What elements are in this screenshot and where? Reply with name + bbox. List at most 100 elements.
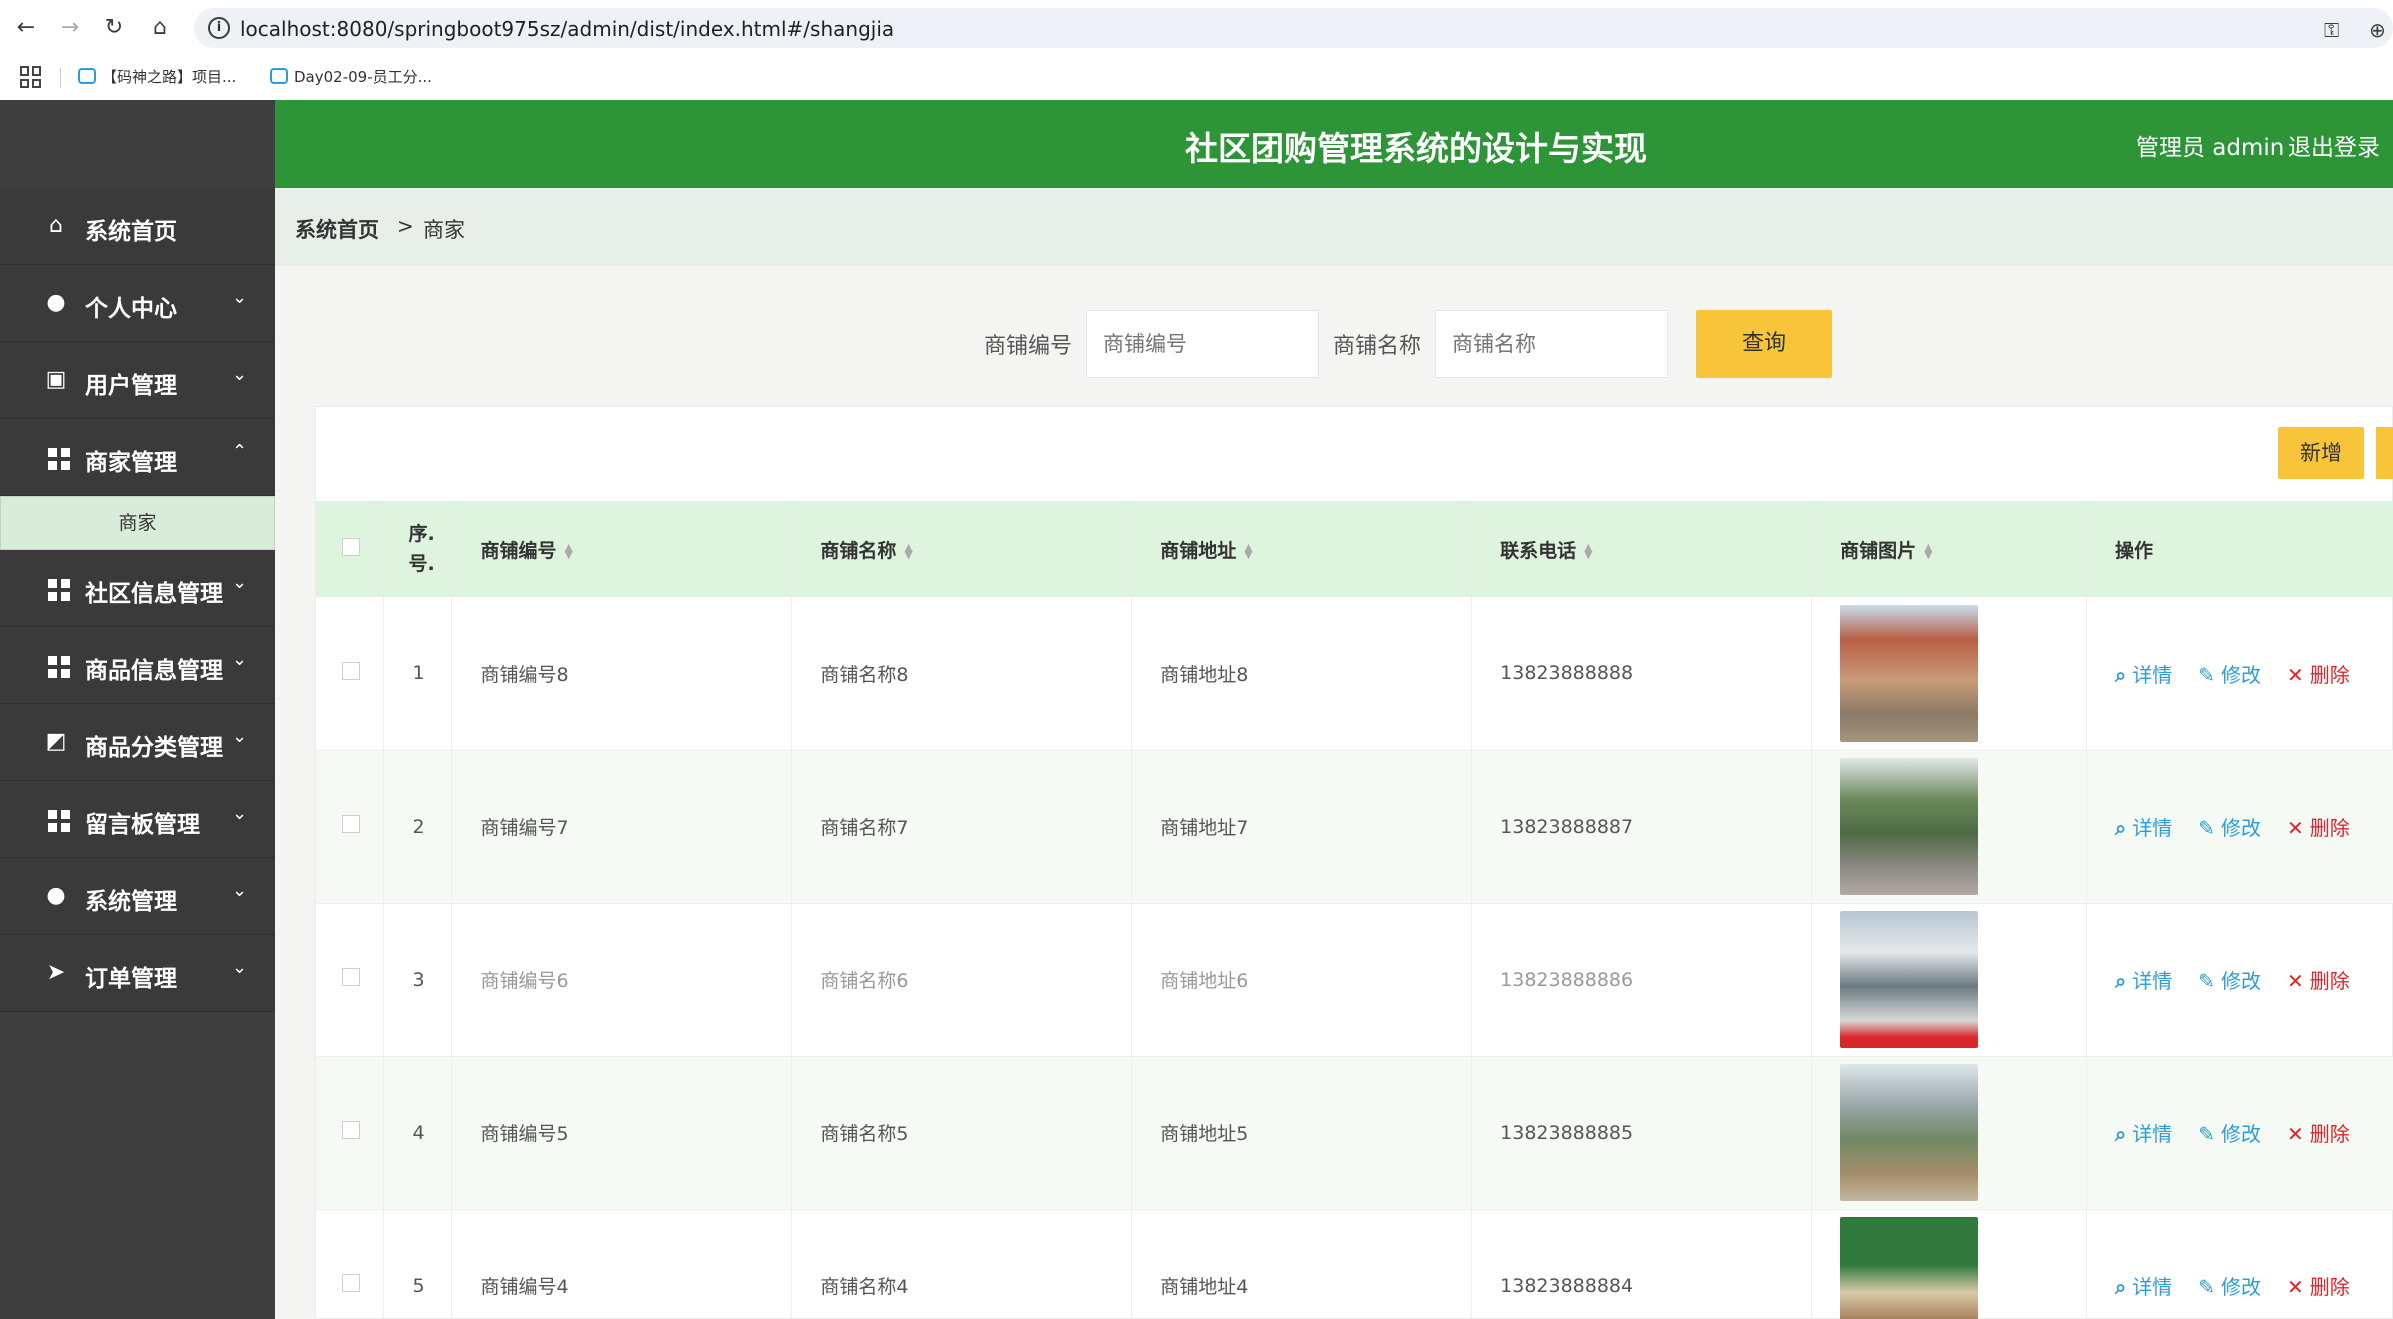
bookmark-label: Day02-09-员工分... [294,68,432,86]
detail-label: 详情 [2132,1122,2173,1146]
header-index: 序.号. [383,501,453,597]
address-bar[interactable]: i localhost:8080/springboot975sz/admin/d… [194,8,2393,48]
edit-button[interactable]: ✎ 修改 [2198,1118,2261,1147]
key-icon[interactable]: ⚿ [2324,18,2339,42]
shop-image[interactable] [1840,758,1979,895]
header-name[interactable]: 商铺名称 ▲ ▼ [791,501,1133,597]
delete-button[interactable]: ✕ 删除 [2287,812,2350,841]
edit-button[interactable]: ✎ 修改 [2198,965,2261,994]
browser-toolbar: ← → ↻ ⌂ i localhost:8080/springboot975sz… [0,0,2393,56]
user-icon: ● [46,290,66,315]
sidebar-item-products[interactable]: 商品信息管理 ⌄ [0,627,275,704]
row-checkbox[interactable] [342,968,360,986]
sidebar-item-categories[interactable]: ◩ 商品分类管理 ⌄ [0,704,275,781]
sort-icon[interactable]: ▲ ▼ [1244,542,1252,560]
bookmark-item[interactable]: Day02-09-员工分... [270,66,432,87]
row-checkbox[interactable] [342,815,360,833]
url-text[interactable]: localhost:8080/springboot975sz/admin/dis… [240,17,894,41]
reload-icon[interactable]: ↻ [100,14,128,42]
query-button[interactable]: 查询 [1696,310,1832,378]
sidebar-item-label: 留言板管理 [85,812,200,838]
delete-button[interactable]: ✕ 删除 [2287,1271,2350,1300]
search-icon: ⌕ [2115,1275,2127,1299]
sidebar-item-orders[interactable]: ➤ 订单管理 ⌄ [0,935,275,1012]
edit-icon: ✎ [2198,1275,2215,1299]
shop-image[interactable] [1840,1064,1979,1201]
table-row: 3 商铺编号6 商铺名称6 商铺地址6 13823888886 ⌕ 详情 ✎ 修改 ✕ 删… [316,903,2393,1057]
row-checkbox-cell [316,1209,385,1319]
merchant-table: 序.号. 商铺编号 ▲ ▼ 商铺名称 ▲ ▼ 商铺地址 ▲ ▼ 联系电话 ▲ ▼ 商铺图片 ▲ ▼ … [316,501,2393,1319]
sort-icon[interactable]: ▲ ▼ [904,542,912,560]
detail-button[interactable]: ⌕ 详情 [2115,1118,2172,1147]
breadcrumb-current: 商家 [423,218,465,242]
sort-icon[interactable]: ▲ ▼ [1924,542,1932,560]
search-name-input[interactable] [1435,310,1668,378]
sidebar-item-community[interactable]: 社区信息管理 ⌄ [0,550,275,627]
delete-button[interactable]: ✕ 删除 [2287,659,2350,688]
forward-icon[interactable]: → [56,14,84,42]
cell-index: 3 [383,903,453,1057]
submenu-item-merchant[interactable]: 商家 [0,496,275,550]
sidebar-item-profile[interactable]: ● 个人中心 ⌄ [0,265,275,342]
row-checkbox[interactable] [342,1274,360,1292]
edit-label: 修改 [2221,816,2261,840]
row-checkbox[interactable] [342,1121,360,1139]
home-icon[interactable]: ⌂ [146,14,174,42]
header-address[interactable]: 商铺地址 ▲ ▼ [1131,501,1473,597]
header-label: 商铺名称 [820,539,897,562]
row-checkbox[interactable] [342,661,360,680]
select-all-checkbox[interactable] [342,537,360,556]
sidebar-item-merchants[interactable]: 商家管理 ⌃ [0,419,275,496]
shop-image[interactable] [1840,604,1979,742]
cell-name: 商铺名称7 [791,750,1133,904]
edit-button[interactable]: ✎ 修改 [2198,812,2261,841]
detail-button[interactable]: ⌕ 详情 [2115,1271,2172,1300]
delete-button[interactable]: ✕ 删除 [2287,965,2350,994]
cell-image [1811,597,2088,751]
detail-button[interactable]: ⌕ 详情 [2115,812,2172,841]
delete-label: 删除 [2309,1122,2350,1146]
detail-label: 详情 [2132,969,2173,993]
sidebar-item-label: 系统首页 [85,219,177,245]
breadcrumb-home[interactable]: 系统首页 [295,214,379,244]
sort-icon[interactable]: ▲ ▼ [1584,542,1592,560]
table-row: 5 商铺编号4 商铺名称4 商铺地址4 13823888884 ⌕ 详情 ✎ 修改 ✕ 删… [316,1209,2393,1319]
close-icon: ✕ [2287,662,2304,687]
row-checkbox-cell [316,750,385,904]
cell-ops: ⌕ 详情 ✎ 修改 ✕ 删除 [2086,903,2393,1057]
sidebar-item-messages[interactable]: 留言板管理 ⌄ [0,781,275,858]
header-phone[interactable]: 联系电话 ▲ ▼ [1471,501,1813,597]
sort-icon[interactable]: ▲ ▼ [564,542,572,560]
sidebar-item-system[interactable]: ● 系统管理 ⌄ [0,858,275,935]
info-icon[interactable]: i [208,17,230,39]
header-code[interactable]: 商铺编号 ▲ ▼ [451,501,793,597]
header-image[interactable]: 商铺图片 ▲ ▼ [1811,501,2088,597]
add-button[interactable]: 新增 [2278,427,2364,479]
header-label: 联系电话 [1500,539,1577,562]
sidebar-item-users[interactable]: ▣ 用户管理 ⌄ [0,342,275,419]
edit-button[interactable]: ✎ 修改 [2198,1271,2261,1300]
cell-phone: 13823888888 [1471,597,1813,751]
bookmark-item[interactable]: 【码神之路】项目... [78,66,236,87]
delete-button[interactable]: ✕ 删除 [2287,1118,2350,1147]
apps-icon[interactable] [20,66,42,88]
page-title: 社区团购管理系统的设计与实现 [1185,129,1647,168]
sidebar-menu: ⌂ 系统首页 ● 个人中心 ⌄ ▣ 用户管理 ⌄ 商家管理 ⌃ 商家 社区信息管… [0,188,275,1012]
delete-batch-button[interactable] [2376,427,2393,479]
edit-button[interactable]: ✎ 修改 [2198,659,2261,688]
cell-image [1811,1056,2088,1210]
cell-name: 商铺名称8 [791,597,1133,751]
shop-image[interactable] [1840,1217,1979,1319]
logout-link[interactable]: 退出登录 [2288,128,2380,162]
cell-address: 商铺地址4 [1131,1209,1473,1319]
detail-button[interactable]: ⌕ 详情 [2115,965,2172,994]
search-code-input[interactable] [1086,310,1319,378]
sidebar-item-home[interactable]: ⌂ 系统首页 [0,188,275,265]
back-icon[interactable]: ← [12,14,40,42]
row-checkbox-cell [316,903,385,1057]
zoom-icon[interactable]: ⊕ [2369,18,2386,42]
cell-address: 商铺地址7 [1131,750,1473,904]
shop-image[interactable] [1840,911,1979,1048]
edit-label: 修改 [2221,1275,2261,1299]
detail-button[interactable]: ⌕ 详情 [2115,659,2172,688]
